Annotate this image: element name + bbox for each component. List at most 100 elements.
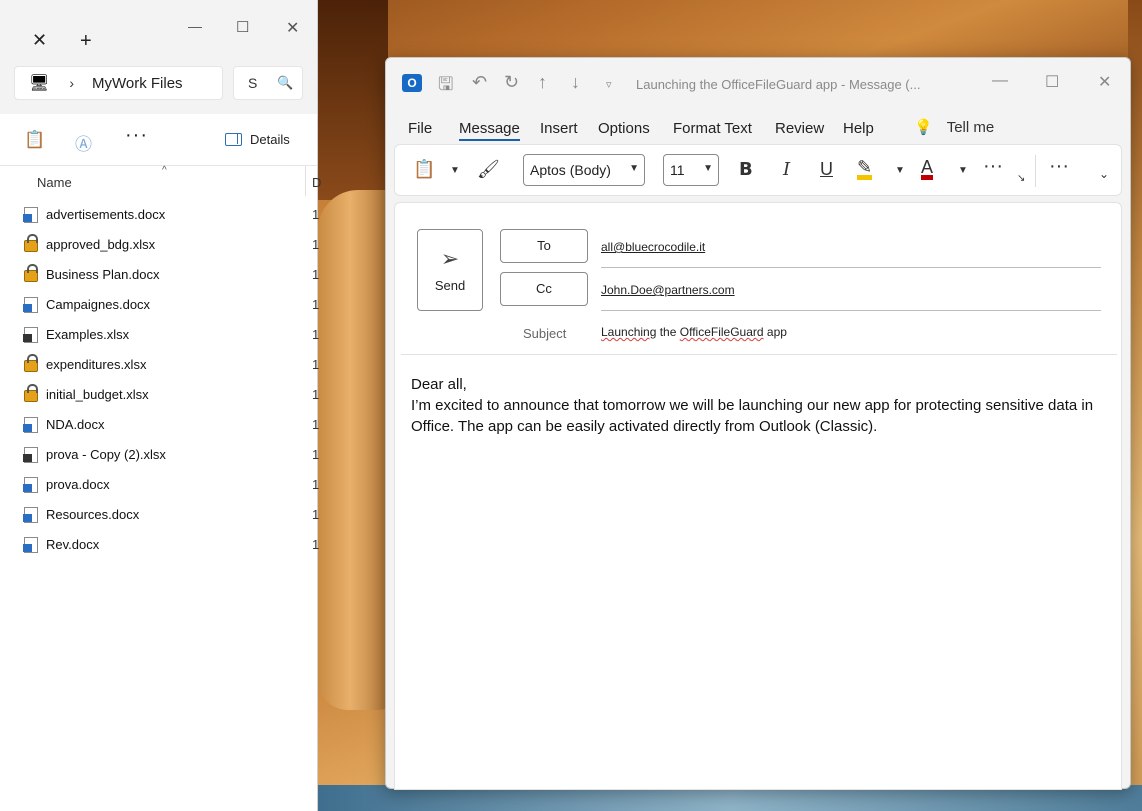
maximize-icon[interactable]: ☐ <box>236 18 249 36</box>
message-body[interactable]: Dear all, I’m excited to announce that t… <box>411 374 1101 437</box>
lock-icon <box>24 384 38 402</box>
dialog-launcher-icon[interactable]: ↘ <box>1017 173 1025 184</box>
send-button[interactable]: ➢ Send <box>417 229 483 311</box>
tab-review[interactable]: Review <box>775 120 824 137</box>
previous-item-icon[interactable]: ↑ <box>538 72 547 93</box>
file-date-cell: 1 <box>312 417 320 432</box>
file-row[interactable]: Campaignes.docx 1 <box>0 290 319 320</box>
explorer-toolbar: 📋 Ⓐ ··· Details <box>0 114 317 166</box>
tab-format-text[interactable]: Format Text <box>673 120 752 137</box>
more-formatting-icon[interactable]: ··· <box>983 155 1003 178</box>
font-name-select[interactable]: Aptos (Body) ▼ <box>523 154 645 186</box>
format-painter-icon[interactable]: 🖌 <box>477 159 500 180</box>
file-row[interactable]: NDA.docx 1 <box>0 410 320 440</box>
subject-field[interactable]: Launching the OfficeFileGuard app <box>601 325 787 339</box>
excel-shared-icon <box>23 327 38 343</box>
customize-toolbar-icon[interactable]: ▿ <box>606 78 612 91</box>
details-label: Details <box>250 132 290 147</box>
font-size-select[interactable]: 11 ▼ <box>663 154 719 186</box>
file-row[interactable]: approved_bdg.xlsx 1 <box>0 230 319 260</box>
redo-icon[interactable]: ↻ <box>504 72 519 93</box>
outlook-titlebar: O 🖫 ↶ ↻ ↑ ↓ ▿ Launching the OfficeFileGu… <box>386 58 1130 110</box>
font-color-dropdown-icon[interactable]: ▼ <box>958 165 968 176</box>
cc-field[interactable]: John.Doe@partners.com <box>601 283 735 297</box>
close-window-icon[interactable]: ✕ <box>286 18 299 38</box>
search-icon[interactable]: 🔍 <box>277 75 293 91</box>
file-name: expenditures.xlsx <box>46 357 147 372</box>
file-row[interactable]: Resources.docx 1 <box>0 500 320 530</box>
file-name: approved_bdg.xlsx <box>46 237 156 252</box>
column-name[interactable]: Name <box>37 175 72 190</box>
bold-icon[interactable]: B <box>739 159 753 180</box>
subject-part: OfficeFileGuard <box>679 325 764 339</box>
column-date[interactable]: D <box>312 175 321 190</box>
address-row: 🖥 › MyWork Files S 🔍 <box>0 64 317 114</box>
file-row[interactable]: Rev.docx 1 <box>0 530 320 560</box>
subject-part: the <box>656 325 680 339</box>
minimize-icon[interactable]: — <box>992 72 1008 90</box>
more-commands-icon[interactable]: ··· <box>1049 155 1069 178</box>
lock-icon <box>24 234 38 252</box>
excel-shared-icon <box>23 447 38 463</box>
save-icon[interactable]: 🖫 <box>438 72 453 102</box>
subject-part: Launching <box>601 325 657 339</box>
tab-help[interactable]: Help <box>843 120 874 137</box>
file-date-cell: 1 <box>312 267 320 282</box>
italic-icon[interactable]: I <box>783 159 790 180</box>
file-row[interactable]: prova - Copy (2).xlsx 1 <box>0 440 319 470</box>
file-date-cell: 1 <box>312 477 320 492</box>
paste-dropdown-icon[interactable]: ▼ <box>450 165 460 176</box>
font-color-icon[interactable]: A <box>921 158 934 180</box>
tell-me-search[interactable]: 💡 Tell me <box>914 118 994 137</box>
more-options-icon[interactable]: ··· <box>125 124 148 147</box>
details-button[interactable]: Details <box>225 132 290 147</box>
tab-options[interactable]: Options <box>598 120 650 137</box>
new-tab-icon[interactable]: + <box>80 30 92 53</box>
file-row[interactable]: Business Plan.docx 1 <box>0 260 320 290</box>
lock-icon <box>24 264 38 282</box>
file-row[interactable]: prova.docx 1 <box>0 470 320 500</box>
file-name: Campaignes.docx <box>46 297 151 312</box>
tab-insert[interactable]: Insert <box>540 120 578 137</box>
column-header: ^ Name D <box>0 165 321 196</box>
search-input[interactable]: S 🔍 <box>233 66 303 100</box>
paste-icon[interactable]: 📋 <box>24 130 45 150</box>
undo-icon[interactable]: ↶ <box>472 72 487 93</box>
tab-message[interactable]: Message <box>459 120 520 141</box>
paste-icon[interactable]: 📋 <box>413 159 435 180</box>
collapse-ribbon-icon[interactable]: ⌄ <box>1099 167 1109 181</box>
cc-button[interactable]: Cc <box>500 272 588 306</box>
subject-part: app <box>763 325 787 339</box>
to-field[interactable]: all@bluecrocodile.it <box>601 240 705 254</box>
close-window-icon[interactable]: ✕ <box>1098 72 1111 92</box>
file-row[interactable]: Examples.xlsx 1 <box>0 320 319 350</box>
file-row[interactable]: initial_budget.xlsx 1 <box>0 380 320 410</box>
file-date-cell: 1 <box>312 507 320 522</box>
send-icon: ➢ <box>440 246 460 271</box>
close-tab-icon[interactable]: ✕ <box>32 30 47 51</box>
tab-file[interactable]: File <box>408 120 432 137</box>
file-name: NDA.docx <box>46 417 105 432</box>
underline-icon[interactable]: U <box>820 159 833 180</box>
font-size-value: 11 <box>670 162 685 178</box>
window-title: Launching the OfficeFileGuard app - Mess… <box>636 77 921 92</box>
next-item-icon[interactable]: ↓ <box>571 72 580 93</box>
file-date-cell: 1 <box>312 537 320 552</box>
minimize-icon[interactable]: — <box>188 18 202 34</box>
outlook-message-window: O 🖫 ↶ ↻ ↑ ↓ ▿ Launching the OfficeFileGu… <box>385 57 1131 790</box>
highlight-dropdown-icon[interactable]: ▼ <box>895 165 905 176</box>
highlight-icon[interactable]: ✎ <box>857 158 873 180</box>
maximize-icon[interactable]: ☐ <box>1045 72 1059 92</box>
lock-icon <box>24 354 38 372</box>
address-bar[interactable]: 🖥 › MyWork Files <box>14 66 223 100</box>
body-greeting: Dear all, <box>411 376 467 393</box>
rename-icon[interactable]: Ⓐ <box>75 130 92 155</box>
file-name: advertisements.docx <box>46 207 166 222</box>
to-button[interactable]: To <box>500 229 588 263</box>
file-date-cell: 1 <box>312 387 320 402</box>
file-row[interactable]: expenditures.xlsx 1 <box>0 350 319 380</box>
file-row[interactable]: advertisements.docx 1 <box>0 200 319 230</box>
column-divider[interactable] <box>305 166 306 196</box>
file-explorer-window: ✕ + — ☐ ✕ 🖥 › MyWork Files S 🔍 📋 Ⓐ ··· D… <box>0 0 321 811</box>
chevron-right-icon[interactable]: › <box>69 75 74 91</box>
